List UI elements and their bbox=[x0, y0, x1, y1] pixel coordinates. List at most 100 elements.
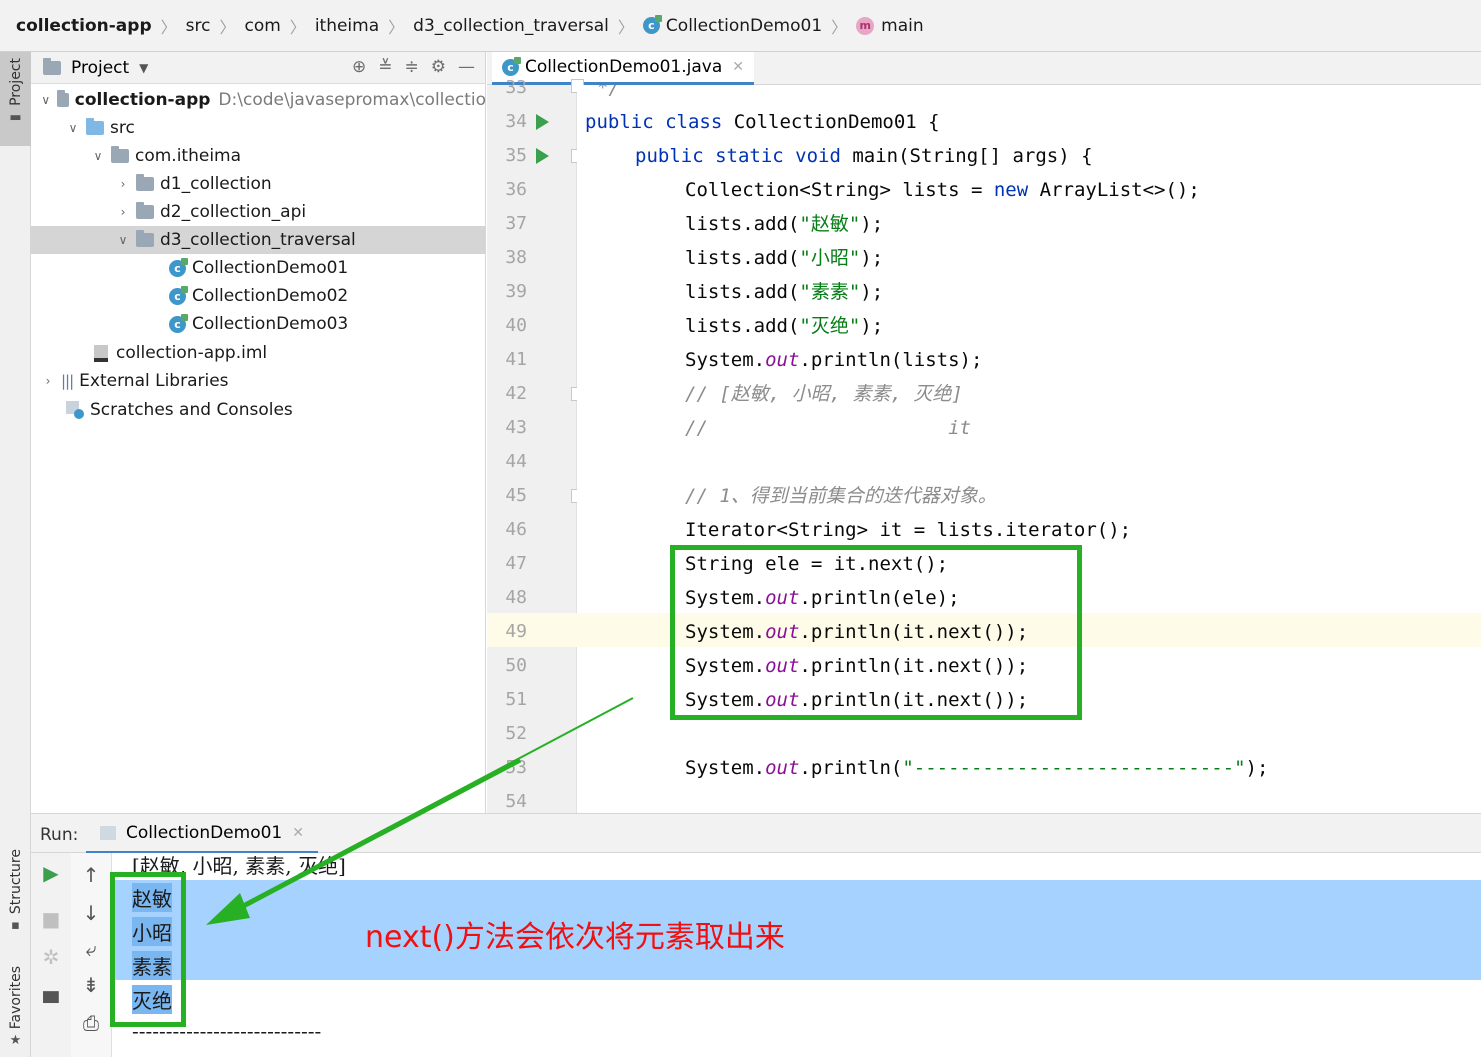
structure-icon: ▪ bbox=[11, 918, 20, 934]
print-icon[interactable]: ⎙ bbox=[71, 1011, 111, 1035]
tool-tab-project[interactable]: Project ▬ bbox=[0, 52, 31, 146]
line-number: 46 bbox=[505, 519, 527, 540]
code-line-45: // 1、得到当前集合的迭代器对象。 bbox=[685, 485, 997, 507]
editor-tab-label: CollectionDemo01.java bbox=[525, 57, 723, 77]
breadcrumb-item-com[interactable]: com bbox=[244, 16, 280, 36]
expand-all-icon[interactable]: ≚ bbox=[378, 57, 392, 77]
breadcrumb-item-itheima[interactable]: itheima bbox=[315, 16, 379, 36]
breadcrumb-item-project[interactable]: collection-app bbox=[16, 16, 152, 36]
code-token: "赵敏" bbox=[799, 213, 861, 235]
chevron-right-icon[interactable]: › bbox=[116, 205, 130, 219]
breadcrumb-item-package[interactable]: d3_collection_traversal bbox=[413, 16, 609, 36]
debug-icon[interactable]: ✲ bbox=[31, 945, 71, 969]
tree-item-iml-file[interactable]: collection-app.iml bbox=[31, 339, 486, 367]
editor-tab-collectiondemo01[interactable]: c CollectionDemo01.java ✕ bbox=[492, 52, 754, 85]
code-token: lists.add( bbox=[685, 315, 800, 337]
project-view-label[interactable]: Project bbox=[71, 58, 129, 78]
tree-item-label: com.itheima bbox=[135, 146, 242, 166]
scroll-to-end-icon[interactable]: ⇟ bbox=[71, 973, 111, 997]
line-number: 41 bbox=[505, 349, 527, 370]
chevron-right-icon: 〉 bbox=[617, 17, 634, 37]
tree-item-external-libraries[interactable]: › ||| External Libraries bbox=[31, 367, 486, 395]
breadcrumb-item-src[interactable]: src bbox=[186, 16, 211, 36]
tree-item-class-demo01[interactable]: c CollectionDemo01 bbox=[31, 254, 486, 282]
collapse-all-icon[interactable]: ≑ bbox=[405, 57, 419, 77]
tree-item-label: d2_collection_api bbox=[160, 202, 307, 222]
tree-item-package-d2[interactable]: › d2_collection_api bbox=[31, 198, 486, 226]
tree-item-label: CollectionDemo03 bbox=[192, 314, 349, 334]
tool-tab-structure[interactable]: Structure ▪ bbox=[0, 847, 31, 941]
tree-item-class-demo02[interactable]: c CollectionDemo02 bbox=[31, 282, 486, 310]
run-toolbar-primary: ▶ ■ ✲ ▀ bbox=[31, 853, 71, 1057]
run-tab-label: CollectionDemo01 bbox=[126, 822, 283, 843]
stop-icon[interactable]: ■ bbox=[31, 907, 71, 931]
line-number: 37 bbox=[505, 213, 527, 234]
chevron-right-icon[interactable]: › bbox=[41, 374, 55, 388]
line-number: 50 bbox=[505, 655, 527, 676]
chevron-down-icon[interactable]: ∨ bbox=[91, 149, 105, 163]
code-token: "灭绝" bbox=[799, 315, 861, 337]
run-label: Run: bbox=[40, 825, 79, 845]
chevron-right-icon[interactable]: › bbox=[116, 177, 130, 191]
module-folder-icon bbox=[56, 90, 69, 107]
breadcrumb-item-method[interactable]: m main bbox=[856, 16, 924, 36]
code-token: ); bbox=[860, 281, 884, 303]
class-icon: c bbox=[169, 257, 188, 277]
line-number: 36 bbox=[505, 179, 527, 200]
code-line-34: public class CollectionDemo01 { bbox=[585, 105, 940, 139]
tree-item-package-d3[interactable]: ∨ d3_collection_traversal bbox=[31, 226, 486, 254]
module-file-icon bbox=[94, 344, 108, 362]
code-highlight-box bbox=[670, 545, 1082, 720]
code-line-42: // [赵敏, 小昭, 素素, 灭绝] bbox=[685, 383, 963, 405]
project-path: D:\code\javasepromax\collectio bbox=[218, 90, 486, 110]
code-token: CollectionDemo01 { bbox=[733, 111, 940, 133]
breadcrumb-item-class[interactable]: c CollectionDemo01 bbox=[642, 15, 822, 36]
arrow-up-icon[interactable]: ↑ bbox=[71, 863, 111, 887]
tree-item-scratches[interactable]: Scratches and Consoles bbox=[31, 396, 486, 424]
soft-wrap-icon[interactable]: ⤶ bbox=[71, 937, 111, 961]
project-panel: Project ▼ ⊕ ≚ ≑ ⚙ — ∨ collection-app D:\… bbox=[31, 52, 486, 813]
close-icon[interactable]: ✕ bbox=[732, 59, 744, 75]
locate-icon[interactable]: ⊕ bbox=[352, 57, 366, 77]
package-icon bbox=[111, 146, 129, 163]
tree-item-class-demo03[interactable]: c CollectionDemo03 bbox=[31, 310, 486, 338]
run-gutter-icon[interactable] bbox=[536, 148, 549, 164]
tree-item-label: CollectionDemo02 bbox=[192, 286, 349, 306]
project-panel-header: Project ▼ ⊕ ≚ ≑ ⚙ — bbox=[31, 52, 485, 84]
run-gutter-icon[interactable] bbox=[536, 114, 549, 130]
run-panel-header: Run: CollectionDemo01 ✕ bbox=[31, 813, 1481, 854]
gear-icon[interactable]: ⚙ bbox=[431, 57, 446, 77]
tool-tab-favorites[interactable]: Favorites ★ bbox=[0, 964, 31, 1057]
console-highlight-box bbox=[110, 872, 186, 1027]
chevron-down-icon[interactable]: ∨ bbox=[116, 233, 130, 247]
code-token: ); bbox=[860, 247, 884, 269]
tree-item-src[interactable]: ∨ src bbox=[31, 114, 486, 142]
code-token: out bbox=[765, 757, 800, 779]
code-token: "----------------------------" bbox=[902, 757, 1246, 779]
line-number: 39 bbox=[505, 281, 527, 302]
close-icon[interactable]: ✕ bbox=[292, 825, 304, 841]
console-output[interactable]: [赵敏, 小昭, 素素, 灭绝] 赵敏 小昭 素素 灭绝 -----------… bbox=[112, 853, 1481, 1057]
chevron-down-icon[interactable]: ∨ bbox=[41, 93, 51, 107]
code-line-43: // it bbox=[685, 417, 971, 439]
line-number: 40 bbox=[505, 315, 527, 336]
line-number: 45 bbox=[505, 485, 527, 506]
layout-icon[interactable]: ▀ bbox=[31, 991, 71, 1015]
run-tab-collectiondemo01[interactable]: CollectionDemo01 ✕ bbox=[86, 814, 318, 854]
code-token: lists.add( bbox=[685, 247, 800, 269]
tree-item-project-root[interactable]: ∨ collection-app D:\code\javasepromax\co… bbox=[31, 86, 486, 114]
hide-icon[interactable]: — bbox=[458, 57, 475, 77]
arrow-down-icon[interactable]: ↓ bbox=[71, 901, 111, 925]
chevron-down-icon[interactable]: ∨ bbox=[66, 121, 80, 135]
library-icon: ||| bbox=[61, 372, 74, 390]
line-number: 42 bbox=[505, 383, 527, 404]
code-token: "素素" bbox=[799, 281, 861, 303]
rerun-icon[interactable]: ▶ bbox=[31, 861, 71, 885]
tree-item-package-d1[interactable]: › d1_collection bbox=[31, 170, 486, 198]
dropdown-icon[interactable]: ▼ bbox=[139, 61, 148, 75]
scratches-icon bbox=[66, 401, 84, 419]
tree-item-package-com-itheima[interactable]: ∨ com.itheima bbox=[31, 142, 486, 170]
tree-item-label: d3_collection_traversal bbox=[160, 230, 356, 250]
code-token: out bbox=[765, 349, 800, 371]
code-token: lists.add( bbox=[685, 281, 800, 303]
